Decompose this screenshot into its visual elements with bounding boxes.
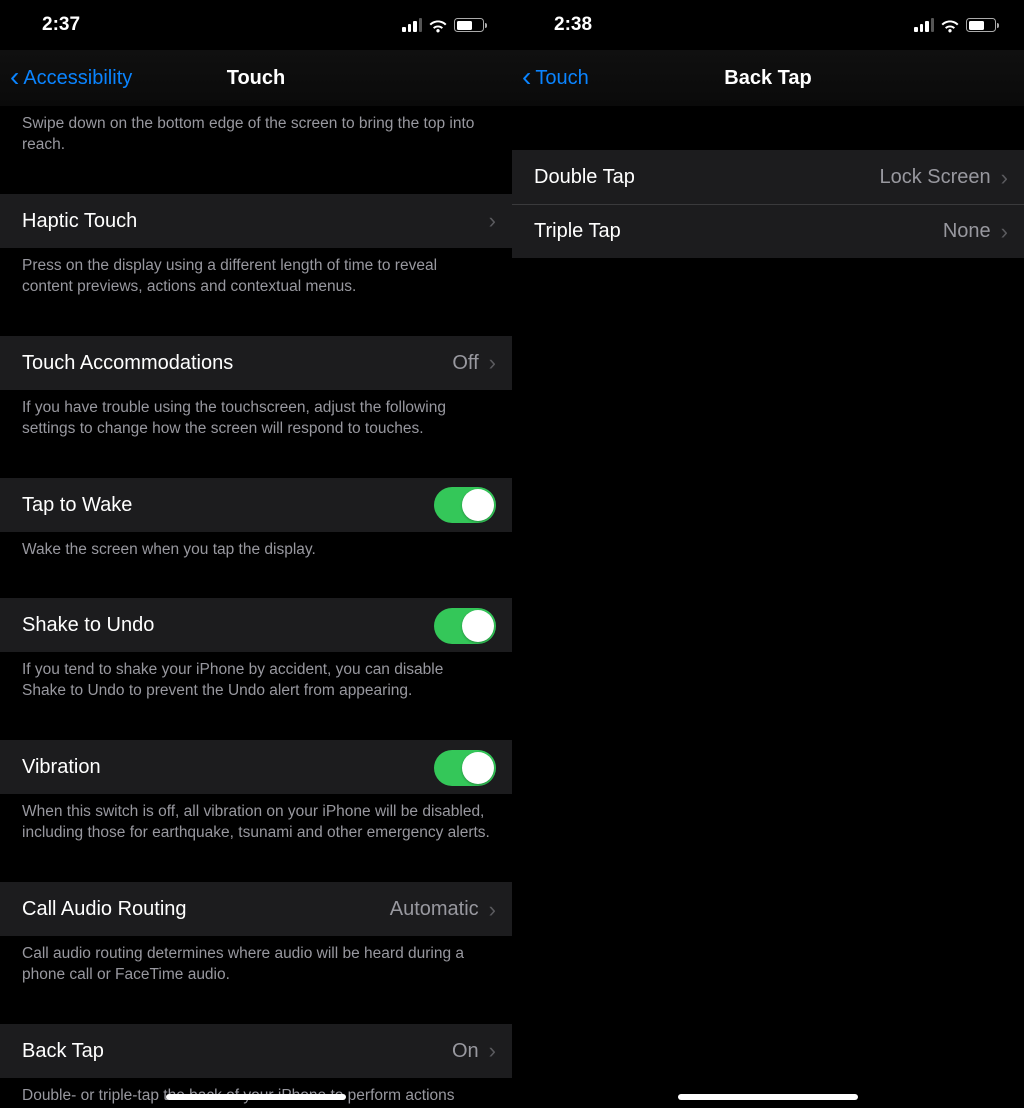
row-vibration: Vibration [0, 740, 512, 794]
row-value: Off [452, 352, 478, 375]
back-button[interactable]: ‹ Accessibility [10, 65, 132, 91]
row-touch-accommodations[interactable]: Touch Accommodations Off › [0, 336, 512, 390]
toggle-vibration[interactable] [434, 750, 496, 786]
row-label: Vibration [22, 756, 101, 779]
cellular-signal-icon [402, 18, 422, 32]
row-label: Double Tap [534, 166, 635, 189]
vibration-footer: When this switch is off, all vibration o… [0, 794, 512, 858]
phone-touch-settings: 2:37 ‹ Accessibility Touch Swipe down on… [0, 0, 512, 1108]
battery-icon [966, 18, 996, 32]
touch-accom-footer: If you have trouble using the touchscree… [0, 390, 512, 454]
row-label: Call Audio Routing [22, 898, 187, 921]
chevron-right-icon: › [489, 208, 496, 234]
page-title: Back Tap [512, 67, 1024, 90]
call-audio-footer: Call audio routing determines where audi… [0, 936, 512, 1000]
status-time: 2:37 [42, 14, 80, 36]
row-label: Haptic Touch [22, 210, 137, 233]
chevron-right-icon: › [1001, 165, 1008, 191]
back-label: Touch [535, 67, 588, 90]
toggle-shake-to-undo[interactable] [434, 608, 496, 644]
row-value: Automatic [390, 898, 479, 921]
chevron-left-icon: ‹ [10, 63, 19, 91]
row-double-tap[interactable]: Double Tap Lock Screen › [512, 150, 1024, 204]
row-value: On [452, 1040, 479, 1063]
status-indicators [914, 18, 996, 33]
row-label: Tap to Wake [22, 494, 132, 517]
row-back-tap[interactable]: Back Tap On › [0, 1024, 512, 1078]
row-triple-tap[interactable]: Triple Tap None › [512, 204, 1024, 258]
reachability-footer: Swipe down on the bottom edge of the scr… [0, 106, 512, 170]
row-label: Back Tap [22, 1040, 104, 1063]
shake-undo-footer: If you tend to shake your iPhone by acci… [0, 652, 512, 716]
wifi-icon [428, 18, 448, 33]
nav-bar: ‹ Touch Back Tap [512, 50, 1024, 106]
row-value: None [943, 220, 991, 243]
row-label: Triple Tap [534, 220, 621, 243]
back-button[interactable]: ‹ Touch [522, 65, 589, 91]
home-indicator[interactable] [678, 1094, 858, 1100]
chevron-right-icon: › [489, 1038, 496, 1064]
chevron-right-icon: › [1001, 219, 1008, 245]
row-label: Shake to Undo [22, 614, 154, 637]
tap-to-wake-footer: Wake the screen when you tap the display… [0, 532, 512, 575]
wifi-icon [940, 18, 960, 33]
settings-list[interactable]: Double Tap Lock Screen › Triple Tap None… [512, 106, 1024, 1108]
status-time: 2:38 [554, 14, 592, 36]
nav-bar: ‹ Accessibility Touch [0, 50, 512, 106]
status-bar: 2:37 [0, 0, 512, 50]
status-bar: 2:38 [512, 0, 1024, 50]
row-tap-to-wake: Tap to Wake [0, 478, 512, 532]
status-indicators [402, 18, 484, 33]
phone-back-tap-settings: 2:38 ‹ Touch Back Tap Double Tap [512, 0, 1024, 1108]
home-indicator[interactable] [166, 1094, 346, 1100]
row-call-audio-routing[interactable]: Call Audio Routing Automatic › [0, 882, 512, 936]
back-label: Accessibility [23, 67, 132, 90]
row-haptic-touch[interactable]: Haptic Touch › [0, 194, 512, 248]
chevron-left-icon: ‹ [522, 63, 531, 91]
toggle-tap-to-wake[interactable] [434, 487, 496, 523]
chevron-right-icon: › [489, 897, 496, 923]
cellular-signal-icon [914, 18, 934, 32]
settings-list[interactable]: Swipe down on the bottom edge of the scr… [0, 106, 512, 1108]
back-tap-footer: Double- or triple-tap the back of your i… [0, 1078, 512, 1108]
chevron-right-icon: › [489, 350, 496, 376]
row-label: Touch Accommodations [22, 352, 233, 375]
row-shake-to-undo: Shake to Undo [0, 598, 512, 652]
battery-icon [454, 18, 484, 32]
row-value: Lock Screen [880, 166, 991, 189]
haptic-footer: Press on the display using a different l… [0, 248, 512, 312]
